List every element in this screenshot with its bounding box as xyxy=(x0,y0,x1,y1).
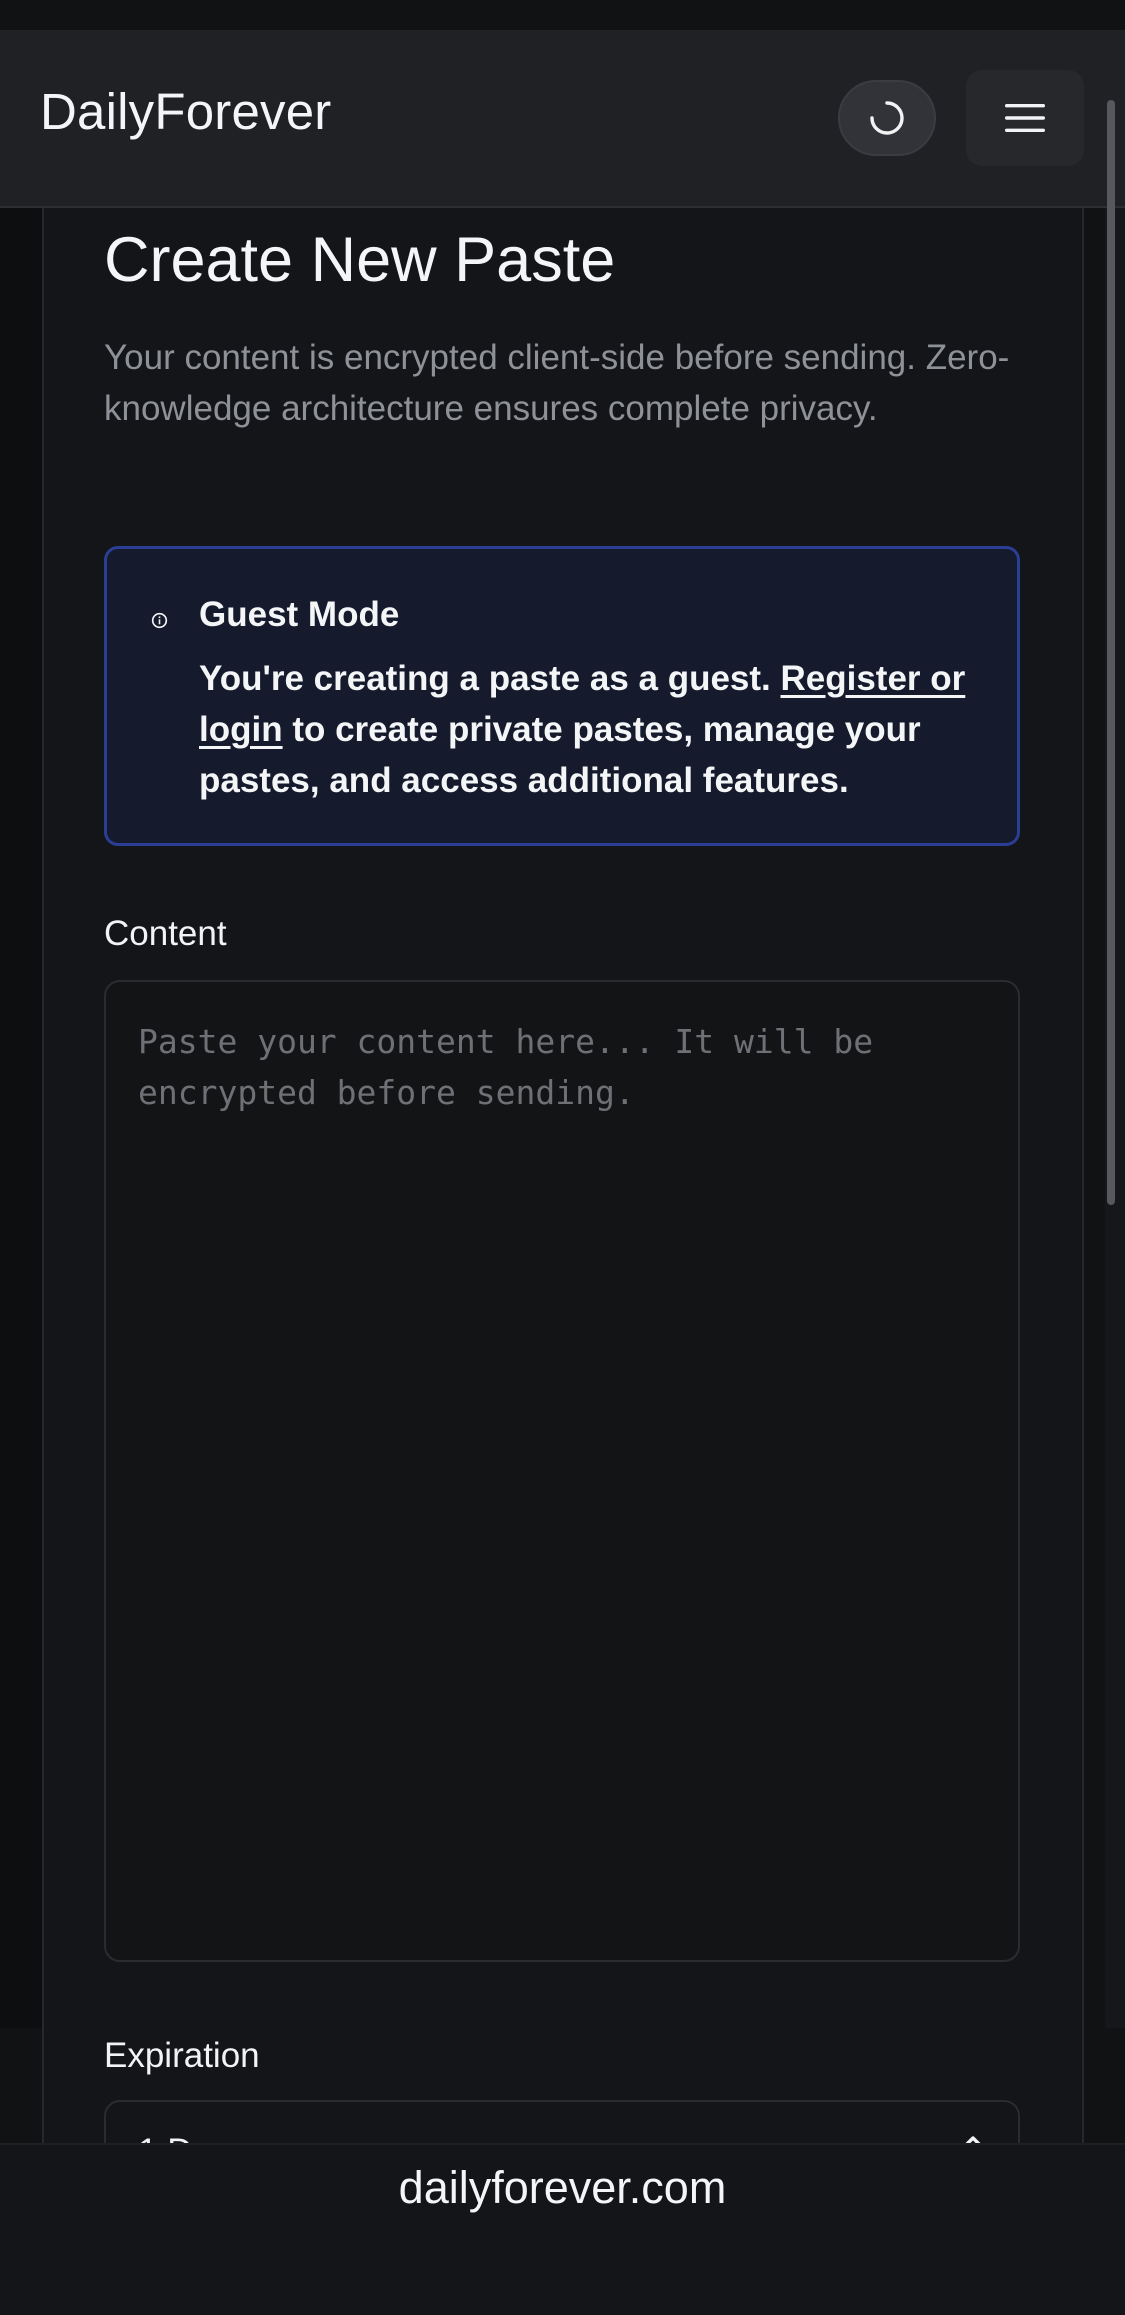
content-textarea[interactable] xyxy=(104,980,1020,1962)
guest-mode-notice: Guest Mode You're creating a paste as a … xyxy=(104,546,1020,846)
info-icon xyxy=(151,612,168,629)
loading-spinner-icon xyxy=(870,101,904,135)
content-label: Content xyxy=(104,914,227,953)
guest-text-after: to create private pastes, manage your pa… xyxy=(199,710,921,800)
browser-domain-label[interactable]: dailyforever.com xyxy=(0,2145,1125,2231)
brand-logo[interactable]: DailyForever xyxy=(40,86,331,137)
expiration-label: Expiration xyxy=(104,2036,260,2075)
page-scrollbar-thumb[interactable] xyxy=(1107,100,1115,1205)
guest-text-before: You're creating a paste as a guest. xyxy=(199,659,781,698)
guest-mode-title: Guest Mode xyxy=(199,595,400,634)
status-strip xyxy=(0,0,1125,30)
left-gutter xyxy=(0,208,42,2028)
hamburger-menu-icon xyxy=(1005,104,1045,132)
menu-button[interactable] xyxy=(966,70,1084,166)
app-header: DailyForever xyxy=(0,30,1125,208)
browser-address-bar: dailyforever.com xyxy=(0,2143,1125,2315)
guest-mode-text: You're creating a paste as a guest. Regi… xyxy=(199,653,999,806)
page-title: Create New Paste xyxy=(104,225,616,295)
theme-toggle-button[interactable] xyxy=(838,80,936,156)
page-description: Your content is encrypted client-side be… xyxy=(104,338,1010,428)
